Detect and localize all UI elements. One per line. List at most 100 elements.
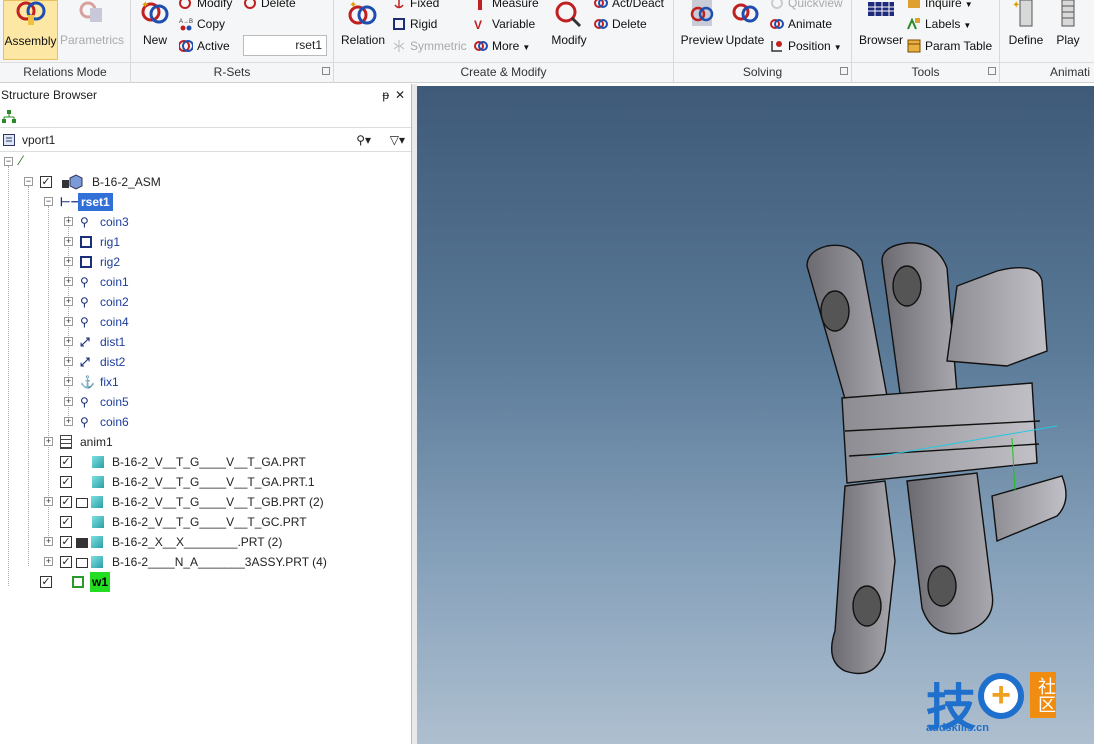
- visibility-checkbox[interactable]: ✓: [40, 176, 52, 188]
- tree-item-part[interactable]: ✓ B-16-2_V__T_G____V__T_GA.PRT.1: [0, 472, 410, 492]
- expand-toggle[interactable]: +: [64, 217, 73, 226]
- preview-button[interactable]: Preview: [680, 0, 724, 47]
- group-launcher-icon[interactable]: [322, 67, 330, 75]
- tree-item-part[interactable]: + ✓ B-16-2_V__T_G____V__T_GB.PRT (2): [0, 492, 410, 512]
- rigid-button[interactable]: Rigid: [392, 15, 437, 33]
- relation-button[interactable]: ✦ Relation: [339, 0, 387, 47]
- expand-toggle[interactable]: +: [64, 417, 73, 426]
- chevron-down-icon: ▼: [522, 43, 531, 52]
- modify-rset-button[interactable]: Modify: [179, 0, 232, 12]
- animate-button[interactable]: Animate: [770, 15, 832, 33]
- tree-item-relation[interactable]: + ⤢ dist1: [0, 332, 410, 352]
- variable-button[interactable]: V Variable: [474, 15, 535, 33]
- inquire-button[interactable]: Inquire ▼: [907, 0, 973, 12]
- position-icon: [771, 41, 782, 52]
- active-icon: [179, 40, 193, 52]
- vport-bar[interactable]: vport1 ⚲▾ ▽▾: [0, 128, 411, 152]
- tree-item-label: B-16-2_V__T_G____V__T_GA.PRT.1: [112, 475, 315, 489]
- expand-toggle[interactable]: +: [64, 277, 73, 286]
- expand-toggle[interactable]: +: [64, 257, 73, 266]
- modify-icon: [179, 0, 191, 9]
- tree-item-relation[interactable]: + ⚲ coin4: [0, 312, 410, 332]
- update-button[interactable]: Update: [724, 0, 766, 47]
- tree-item-relation[interactable]: + ⚲ coin6: [0, 412, 410, 432]
- delete-rset-button[interactable]: Delete: [243, 0, 296, 12]
- expand-toggle[interactable]: +: [64, 357, 73, 366]
- tree-item-anim1[interactable]: + anim1: [0, 432, 410, 452]
- visibility-checkbox[interactable]: ✓: [60, 496, 72, 508]
- actdeact-button[interactable]: Act/Deact: [594, 0, 664, 12]
- chevron-down-icon: ▼: [963, 21, 972, 30]
- tree-item-part[interactable]: + ✓ B-16-2_X__X________.PRT (2): [0, 532, 410, 552]
- expand-toggle[interactable]: +: [44, 437, 53, 446]
- visibility-checkbox[interactable]: ✓: [60, 516, 72, 528]
- copy-rset-button[interactable]: A→B Copy: [179, 15, 225, 33]
- tree-item-relation[interactable]: + rig1: [0, 232, 410, 252]
- coincident-icon: ⚲: [80, 215, 89, 229]
- tree-item-relation[interactable]: + ⚲ coin1: [0, 272, 410, 292]
- tree-item-rset1[interactable]: − ⊢⊣ rset1: [0, 192, 410, 212]
- play-button[interactable]: Play: [1050, 0, 1086, 47]
- more-button[interactable]: More ▼: [474, 37, 530, 55]
- tree-item-relation[interactable]: + ⚓ fix1: [0, 372, 410, 392]
- measure-button[interactable]: Measure: [474, 0, 539, 12]
- tree-item-relation[interactable]: + rig2: [0, 252, 410, 272]
- tree-item-relation[interactable]: + ⚲ coin5: [0, 392, 410, 412]
- tree-item-relation[interactable]: + ⚲ coin3: [0, 212, 410, 232]
- find-icon[interactable]: ⚲▾: [356, 128, 371, 152]
- measure-icon: [478, 0, 482, 10]
- close-icon[interactable]: ✕: [395, 84, 405, 106]
- expand-toggle[interactable]: −: [24, 177, 33, 186]
- expand-toggle[interactable]: +: [64, 297, 73, 306]
- group-solving: Preview Update Quickview Animate Positio…: [674, 0, 852, 83]
- part-icon: [76, 532, 103, 554]
- new-rset-button[interactable]: ✦ New: [137, 0, 173, 47]
- visibility-checkbox[interactable]: ✓: [40, 576, 52, 588]
- tree-item-asm[interactable]: − ✓ B-16-2_ASM: [0, 172, 410, 192]
- part-icon: [92, 452, 104, 474]
- tree-item-part[interactable]: ✓ B-16-2_V__T_G____V__T_GC.PRT: [0, 512, 410, 532]
- tree-item-relation[interactable]: + ⤢ dist2: [0, 352, 410, 372]
- part-icon: [76, 552, 103, 574]
- chevron-down-icon: ▼: [833, 43, 842, 52]
- browser-button[interactable]: Browser: [856, 0, 906, 47]
- delete-button[interactable]: Delete: [594, 15, 647, 33]
- expand-toggle[interactable]: −: [4, 157, 13, 166]
- tree-item-relation[interactable]: + ⚲ coin2: [0, 292, 410, 312]
- expand-toggle[interactable]: +: [64, 317, 73, 326]
- position-button[interactable]: Position ▼: [770, 37, 842, 55]
- modify-button[interactable]: Modify: [546, 0, 592, 47]
- assembly-button[interactable]: Assembly: [3, 0, 58, 60]
- structure-tree-icon[interactable]: [1, 109, 17, 125]
- expand-toggle[interactable]: +: [64, 237, 73, 246]
- fixed-button[interactable]: Fixed: [392, 0, 439, 12]
- visibility-checkbox[interactable]: ✓: [60, 556, 72, 568]
- parametrics-button[interactable]: Parametrics: [60, 0, 124, 47]
- active-rset-field[interactable]: rset1: [243, 35, 327, 56]
- expand-toggle[interactable]: −: [44, 197, 53, 206]
- visibility-checkbox[interactable]: ✓: [60, 456, 72, 468]
- 3d-viewport[interactable]: 技 + 社区 addskills.cn: [417, 86, 1094, 744]
- visibility-checkbox[interactable]: ✓: [60, 536, 72, 548]
- filter-icon[interactable]: ▽▾: [390, 128, 405, 152]
- expand-toggle[interactable]: +: [44, 537, 53, 546]
- group-launcher-icon[interactable]: [840, 67, 848, 75]
- define-button[interactable]: ✦ Define: [1006, 0, 1046, 47]
- tree-item-part[interactable]: + ✓ B-16-2____N_A_______3ASSY.PRT (4): [0, 552, 410, 572]
- expand-toggle[interactable]: +: [64, 377, 73, 386]
- pin-icon[interactable]: ᵽ: [382, 84, 389, 106]
- tree-item-part[interactable]: ✓ B-16-2_V__T_G____V__T_GA.PRT: [0, 452, 410, 472]
- expand-toggle[interactable]: +: [64, 397, 73, 406]
- expand-toggle[interactable]: +: [44, 497, 53, 506]
- anchor-icon: [394, 0, 404, 9]
- tree-item-w1[interactable]: ✓ w1: [0, 572, 410, 592]
- symmetric-button[interactable]: Symmetric: [392, 37, 467, 55]
- labels-button[interactable]: Labels ▼: [907, 15, 971, 33]
- active-rset-button[interactable]: Active: [179, 37, 230, 55]
- expand-toggle[interactable]: +: [44, 557, 53, 566]
- group-launcher-icon[interactable]: [988, 67, 996, 75]
- visibility-checkbox[interactable]: ✓: [60, 476, 72, 488]
- quickview-button[interactable]: Quickview: [770, 0, 843, 12]
- param-table-button[interactable]: Param Table: [907, 37, 992, 55]
- expand-toggle[interactable]: +: [64, 337, 73, 346]
